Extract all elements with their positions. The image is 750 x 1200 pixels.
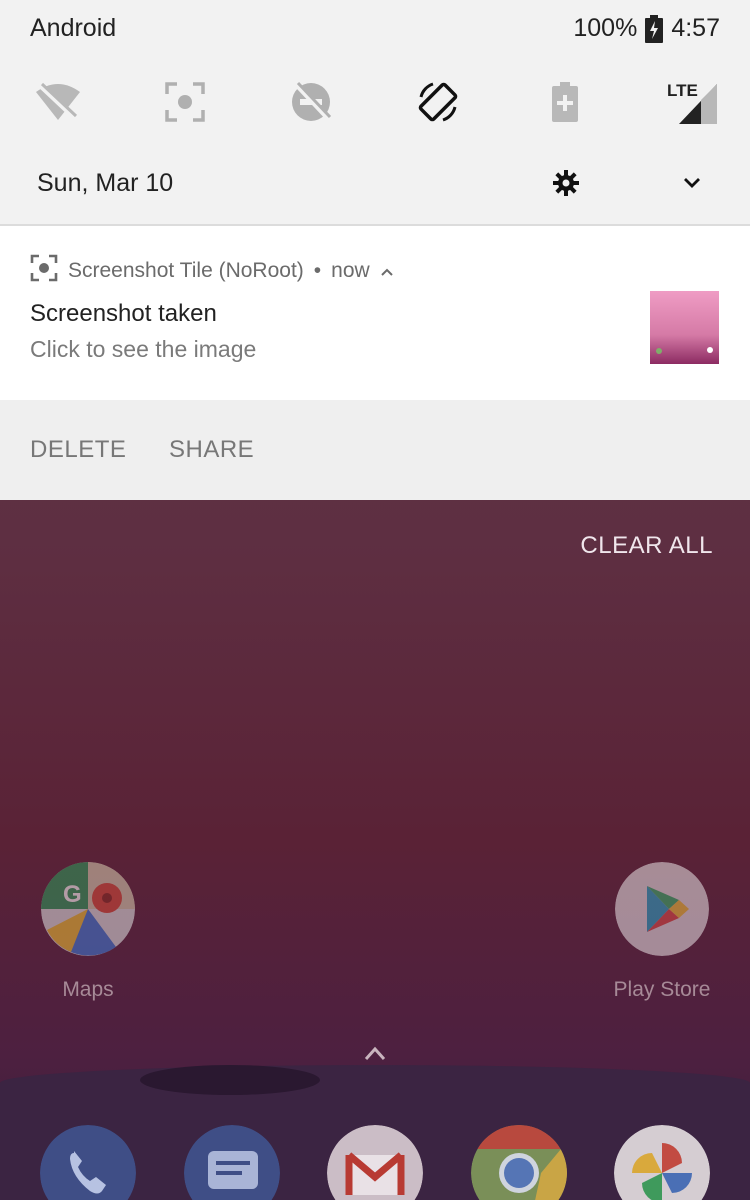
app-label-maps: Maps [62, 978, 114, 1001]
wifi-off-icon[interactable] [28, 72, 88, 132]
notification-separator: • [313, 259, 322, 282]
lte-signal-icon[interactable]: LTE [662, 72, 722, 132]
collapse-chevron-up-icon[interactable] [380, 259, 394, 283]
lte-label: LTE [667, 81, 698, 100]
carrier-label: Android [30, 14, 117, 42]
quick-settings-row: LTE [0, 72, 750, 132]
settings-gear-icon[interactable] [548, 165, 584, 201]
app-drawer-up-arrow-icon[interactable] [362, 1043, 388, 1063]
status-right: 100% 4:57 [573, 14, 720, 43]
notification-actions: DELETE SHARE [0, 400, 750, 500]
wallpaper-hill-shadow [140, 1065, 320, 1095]
notification-body: Click to see the image [30, 336, 257, 362]
auto-rotate-icon[interactable] [408, 72, 468, 132]
share-button[interactable]: SHARE [169, 436, 254, 464]
do-not-disturb-off-icon[interactable] [281, 72, 341, 132]
status-bar: Android 100% 4:57 [0, 0, 750, 60]
clear-all-button[interactable]: CLEAR ALL [580, 532, 713, 560]
notification-title: Screenshot taken [30, 300, 217, 327]
maps-icon: G [41, 862, 135, 956]
notification-shade: Android 100% 4:57 LTE Sun, Mar 10 Screen… [0, 0, 750, 500]
app-label-play-store: Play Store [613, 978, 711, 1001]
battery-charging-icon [645, 14, 664, 43]
date-row: Sun, Mar 10 [0, 155, 750, 211]
date-label: Sun, Mar 10 [37, 169, 174, 197]
play-store-icon [615, 862, 709, 956]
notification-card[interactable]: Screenshot Tile (NoRoot) • now Screensho… [0, 226, 750, 400]
battery-saver-icon[interactable] [535, 72, 595, 132]
notification-app-name: Screenshot Tile (NoRoot) [68, 259, 304, 282]
expand-chevron-down-icon[interactable] [674, 165, 710, 201]
delete-button[interactable]: DELETE [30, 436, 126, 464]
home-app-maps[interactable]: G Maps [38, 862, 138, 1002]
screenshot-thumbnail[interactable] [650, 291, 719, 364]
notification-time: now [331, 259, 370, 282]
svg-text:G: G [63, 881, 82, 908]
clock: 4:57 [671, 14, 720, 42]
screenshot-app-icon [30, 254, 58, 288]
screenshot-icon[interactable] [155, 72, 215, 132]
notification-header: Screenshot Tile (NoRoot) • now [30, 254, 394, 288]
home-app-play-store[interactable]: Play Store [612, 862, 712, 1002]
battery-percent: 100% [573, 14, 638, 42]
